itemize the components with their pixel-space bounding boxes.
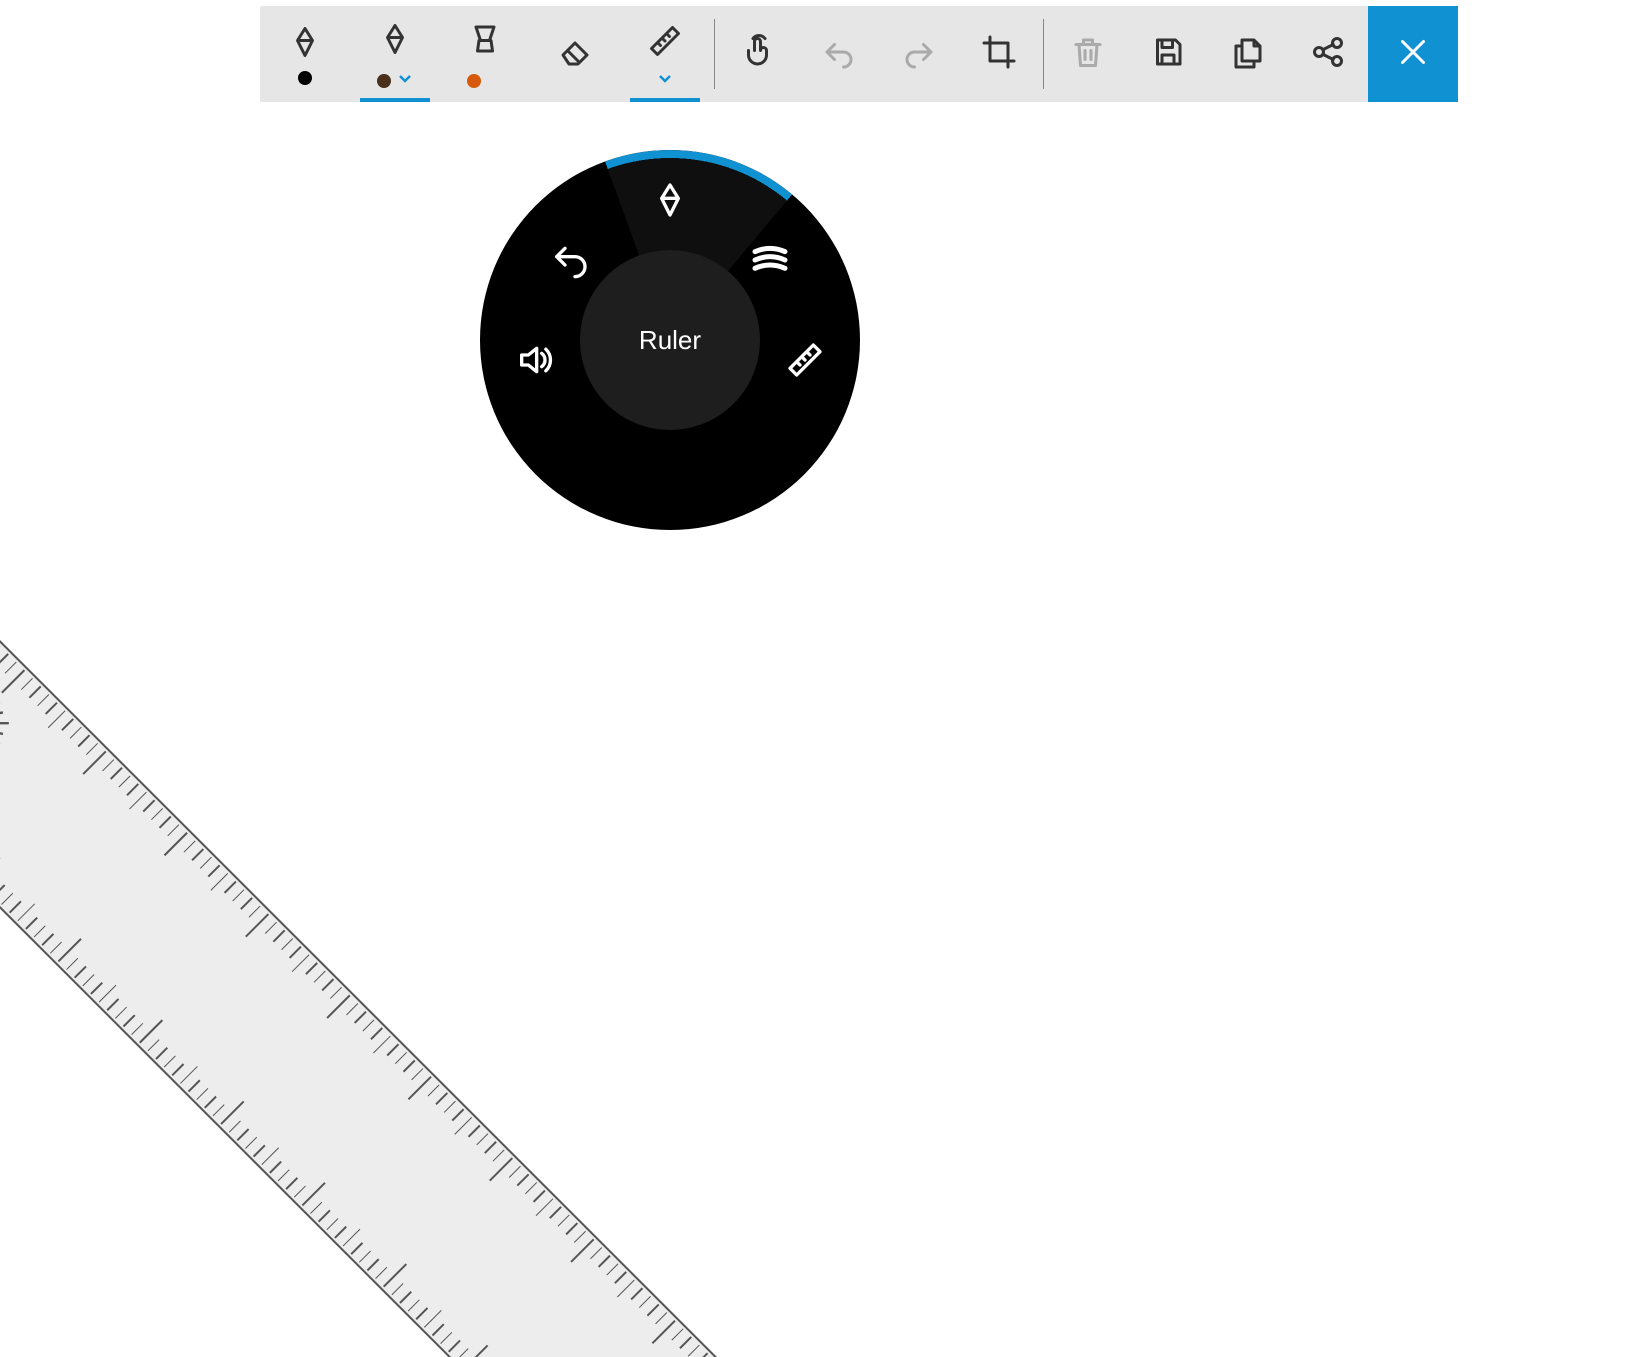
pen-group [260, 6, 710, 102]
touch-writing-button[interactable] [719, 6, 799, 102]
layers-icon [750, 240, 790, 280]
undo-button[interactable] [799, 6, 879, 102]
ruler-icon [647, 23, 683, 64]
undo-icon [550, 240, 590, 280]
pen-icon [287, 24, 323, 65]
redo-icon [901, 34, 937, 75]
ruler-tool[interactable] [620, 6, 710, 102]
crop-button[interactable] [959, 6, 1039, 102]
touch-icon [741, 34, 777, 75]
edit-group [719, 6, 1039, 102]
radial-item-undo[interactable] [540, 230, 600, 290]
undo-icon [821, 34, 857, 75]
highlighter-tool[interactable] [440, 6, 530, 102]
copy-icon [1230, 34, 1266, 75]
radial-center-label: Ruler [639, 325, 701, 356]
trash-icon [1070, 34, 1106, 75]
separator [714, 19, 715, 89]
separator [1043, 19, 1044, 89]
volume-icon [515, 340, 555, 380]
save-icon [1150, 34, 1186, 75]
share-icon [1310, 34, 1346, 75]
close-icon [1395, 34, 1431, 75]
pen-color-swatch [467, 74, 481, 88]
eraser-icon [557, 34, 593, 75]
radial-menu[interactable]: Ruler [480, 150, 860, 530]
pen-icon [650, 180, 690, 220]
chevron-down-icon[interactable] [397, 70, 413, 86]
toolbar [260, 6, 1458, 102]
radial-item-volume[interactable] [505, 330, 565, 390]
delete-button[interactable] [1048, 6, 1128, 102]
pen-icon [377, 21, 413, 62]
highlighter-icon [467, 21, 503, 62]
eraser-tool[interactable] [530, 6, 620, 102]
radial-item-layers[interactable] [740, 230, 800, 290]
redo-button[interactable] [879, 6, 959, 102]
save-button[interactable] [1128, 6, 1208, 102]
pencil-tool[interactable] [350, 6, 440, 102]
radial-item-pen[interactable] [640, 170, 700, 230]
chevron-down-icon[interactable] [657, 70, 673, 86]
ruler-icon [785, 340, 825, 380]
pen-color-swatch [377, 74, 391, 88]
radial-center[interactable]: Ruler [580, 250, 760, 430]
radial-item-ruler[interactable] [775, 330, 835, 390]
close-button[interactable] [1368, 6, 1458, 102]
crop-icon [981, 34, 1017, 75]
share-button[interactable] [1288, 6, 1368, 102]
file-group [1048, 6, 1458, 102]
copy-button[interactable] [1208, 6, 1288, 102]
pen-color-swatch [298, 71, 312, 85]
ballpoint-pen-tool[interactable] [260, 6, 350, 102]
